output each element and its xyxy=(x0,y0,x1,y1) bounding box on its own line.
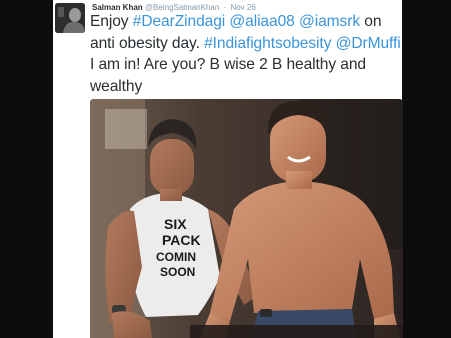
avatar[interactable] xyxy=(55,3,85,33)
shirt-print-line: COMIN xyxy=(156,250,196,264)
hashtag-dearzindagi[interactable]: #DearZindagi xyxy=(133,13,226,30)
shirt-print-line: SOON xyxy=(160,265,195,279)
tweet-text: Enjoy #DearZindagi @aliaa08 @iamsrk on a… xyxy=(90,11,402,97)
hashtag-indiafightsobesity[interactable]: #Indiafightsobesity xyxy=(204,35,331,52)
left-letterbox xyxy=(0,0,53,338)
mention-iamsrk[interactable]: @iamsrk xyxy=(299,13,360,30)
avatar-image xyxy=(55,3,85,33)
tweet-photo[interactable]: SIX PACK COMIN SOON xyxy=(90,99,403,338)
shirt-print-line: PACK xyxy=(162,232,201,248)
mention-aliaa08[interactable]: @aliaa08 xyxy=(229,13,294,30)
mention-drmuffi[interactable]: @DrMuffi xyxy=(336,35,401,52)
right-letterbox xyxy=(402,0,451,338)
text-segment: Enjoy xyxy=(90,13,133,30)
text-segment: I am in! Are you? B wise 2 B healthy and… xyxy=(90,56,366,95)
shirt-print-line: SIX xyxy=(164,216,187,232)
photo-illustration: SIX PACK COMIN SOON xyxy=(90,99,403,338)
tweet-card: Salman Khan @BeingSalmanKhan · Nov 26 En… xyxy=(53,0,403,338)
